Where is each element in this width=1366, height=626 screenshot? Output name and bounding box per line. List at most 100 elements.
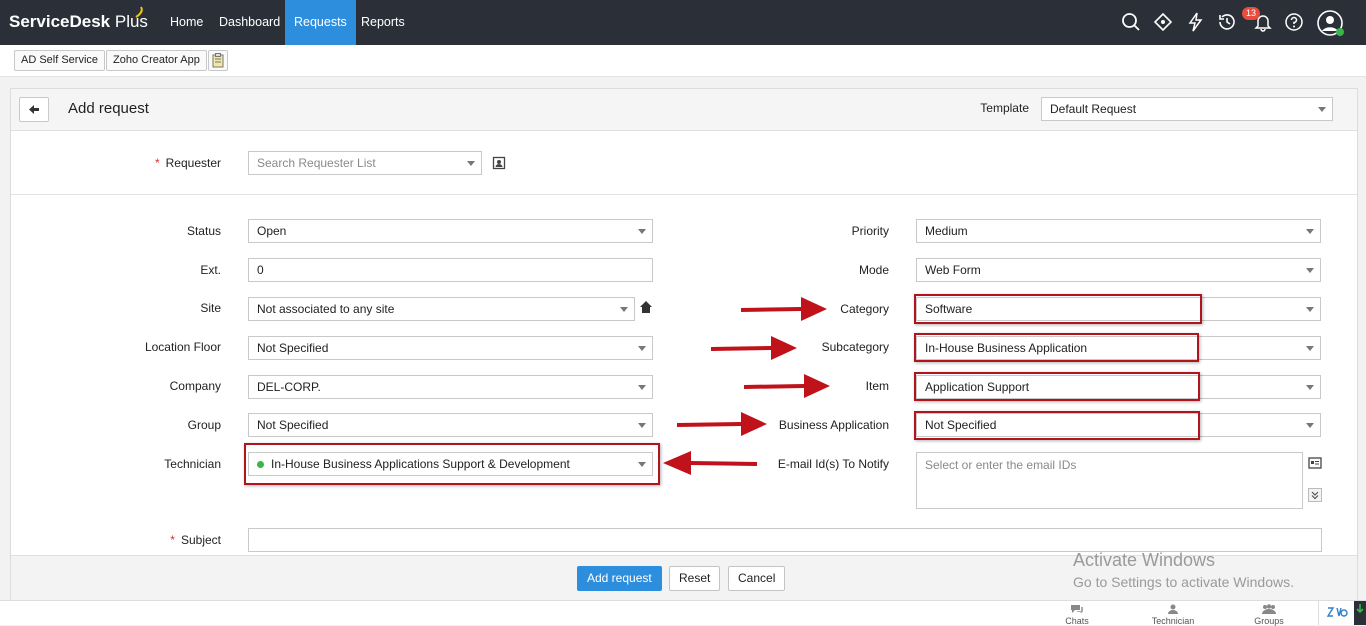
- subcategory-highlight-box: [914, 333, 1199, 362]
- status-label: Status: [186, 224, 221, 238]
- person-icon: [1168, 604, 1178, 614]
- requester-input[interactable]: Search Requester List: [248, 151, 482, 175]
- expand-down-icon[interactable]: [1308, 488, 1322, 502]
- chevron-down-icon: [1306, 268, 1314, 273]
- subject-label-text: Subject: [180, 533, 221, 547]
- side-tab[interactable]: [1354, 601, 1366, 625]
- category-highlight-box: [914, 294, 1202, 324]
- add-request-button[interactable]: Add request: [577, 566, 662, 591]
- download-icon: [1356, 604, 1364, 614]
- company-select[interactable]: DEL-CORP.: [248, 375, 653, 399]
- chevron-down-icon: [620, 307, 628, 312]
- chevron-down-icon: [1306, 423, 1314, 428]
- top-navigation-bar: ServiceDesk Plus Home Dashboard Requests…: [0, 0, 1366, 45]
- chevron-down-icon: [1306, 229, 1314, 234]
- technician-highlight-box: [244, 443, 660, 485]
- company-value: DEL-CORP.: [257, 380, 321, 394]
- subject-input[interactable]: [248, 528, 1322, 552]
- ticket-icon[interactable]: [1153, 12, 1173, 32]
- group-select[interactable]: Not Specified: [248, 413, 653, 437]
- nav-requests[interactable]: Requests: [285, 0, 356, 45]
- search-icon[interactable]: [1121, 12, 1141, 32]
- home-icon[interactable]: [639, 300, 653, 314]
- priority-select[interactable]: Medium: [916, 219, 1321, 243]
- group-icon: [1262, 604, 1276, 614]
- panel-header: Add request Template Default Request: [11, 89, 1357, 131]
- reset-button[interactable]: Reset: [669, 566, 721, 591]
- chevron-down-icon: [638, 423, 646, 428]
- required-asterisk: *: [170, 533, 175, 547]
- quick-links-bar: AD Self Service Zoho Creator App: [0, 45, 1366, 77]
- mode-select[interactable]: Web Form: [916, 258, 1321, 282]
- quick-link-zoho-creator[interactable]: Zoho Creator App: [106, 50, 207, 71]
- mode-value: Web Form: [925, 263, 981, 277]
- nav-home[interactable]: Home: [162, 0, 211, 45]
- red-arrow-icon: [744, 374, 830, 398]
- chevron-down-icon: [1306, 307, 1314, 312]
- site-value: Not associated to any site: [257, 302, 395, 316]
- chevron-down-icon: [638, 346, 646, 351]
- add-request-panel: Add request Template Default Request * Re…: [10, 88, 1358, 600]
- back-button[interactable]: [19, 97, 49, 122]
- ext-input[interactable]: 0: [248, 258, 653, 282]
- site-select[interactable]: Not associated to any site: [248, 297, 635, 321]
- company-label: Company: [169, 379, 221, 393]
- chevron-down-icon: [1318, 107, 1326, 112]
- requester-label-text: Requester: [165, 156, 221, 170]
- site-label: Site: [200, 301, 221, 315]
- template-select[interactable]: Default Request: [1041, 97, 1333, 121]
- location-floor-label: Location Floor: [144, 340, 221, 354]
- nav-dashboard[interactable]: Dashboard: [211, 0, 288, 45]
- cancel-button[interactable]: Cancel: [728, 566, 786, 591]
- email-notify-label: E-mail Id(s) To Notify: [777, 457, 889, 471]
- chevron-down-icon: [1306, 385, 1314, 390]
- technician-label: Technician: [164, 457, 221, 471]
- lightning-icon[interactable]: [1186, 12, 1206, 32]
- chevron-down-icon: [638, 229, 646, 234]
- mode-label: Mode: [858, 263, 889, 277]
- history-icon[interactable]: [1217, 12, 1237, 32]
- activate-windows-title: Activate Windows: [1073, 550, 1216, 570]
- subject-label: * Subject: [111, 533, 221, 547]
- logo-swoosh-icon: [135, 6, 143, 18]
- red-arrow-icon: [741, 297, 827, 321]
- clipboard-button[interactable]: [208, 50, 228, 71]
- back-arrow-icon: [29, 105, 39, 114]
- group-label: Group: [187, 418, 221, 432]
- clipboard-icon: [212, 53, 224, 68]
- chevron-down-icon: [467, 161, 475, 166]
- red-arrow-icon: [711, 336, 797, 360]
- chats-button[interactable]: Chats: [1060, 604, 1094, 626]
- address-book-icon[interactable]: [1308, 456, 1322, 470]
- email-notify-placeholder: Select or enter the email IDs: [925, 458, 1077, 472]
- user-avatar-icon[interactable]: [1316, 9, 1346, 37]
- priority-value: Medium: [925, 224, 968, 238]
- red-arrow-icon: [677, 412, 767, 436]
- location-floor-value: Not Specified: [257, 341, 329, 355]
- chevron-down-icon: [638, 385, 646, 390]
- activate-windows-subtitle: Go to Settings to activate Windows.: [1073, 574, 1294, 590]
- groups-button[interactable]: Groups: [1250, 604, 1288, 626]
- business-application-label: Business Application: [778, 418, 889, 432]
- location-floor-select[interactable]: Not Specified: [248, 336, 653, 360]
- brand-main: ServiceDesk: [9, 12, 111, 31]
- chat-bubble-icon: [1071, 605, 1083, 614]
- contact-book-icon[interactable]: [491, 155, 507, 171]
- zoho-logo-icon[interactable]: [1326, 605, 1348, 621]
- status-select[interactable]: Open: [248, 219, 653, 243]
- page-title: Add request: [68, 100, 149, 117]
- item-highlight-box: [914, 372, 1200, 401]
- ext-value: 0: [257, 263, 264, 277]
- requester-placeholder: Search Requester List: [257, 156, 376, 170]
- status-value: Open: [257, 224, 287, 238]
- quick-link-ad-self-service[interactable]: AD Self Service: [14, 50, 106, 71]
- email-notify-input[interactable]: Select or enter the email IDs: [916, 452, 1303, 509]
- technician-button[interactable]: Technician: [1149, 604, 1197, 626]
- app-logo[interactable]: ServiceDesk Plus: [9, 6, 148, 32]
- nav-reports[interactable]: Reports: [353, 0, 413, 45]
- help-icon[interactable]: [1284, 12, 1304, 32]
- required-asterisk: *: [154, 156, 160, 170]
- chevron-down-icon: [1306, 346, 1314, 351]
- notification-badge: 13: [1242, 7, 1261, 20]
- section-divider: [11, 194, 1357, 195]
